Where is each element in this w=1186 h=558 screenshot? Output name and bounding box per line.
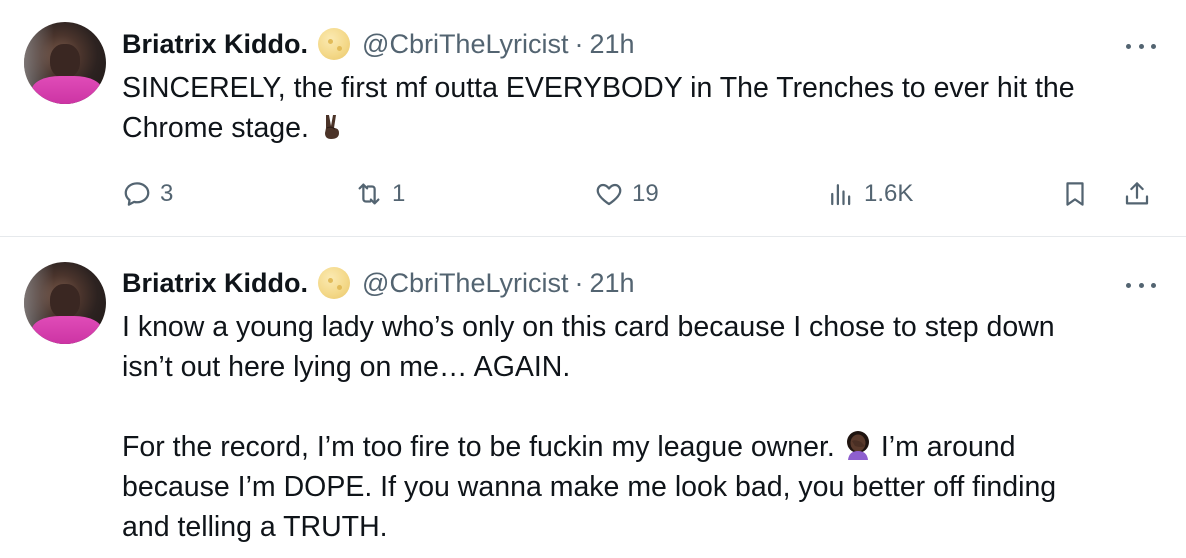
verified-badge-icon[interactable]	[318, 28, 351, 60]
tweet-header: Briatrix Kiddo. @CbriTheLyricist · 21h	[122, 265, 635, 301]
tweet-text-line: I’m around	[880, 431, 1016, 463]
like-button[interactable]: 19	[594, 174, 659, 214]
author-handle[interactable]: @CbriTheLyricist	[362, 268, 568, 299]
tweet-text-line: because I’m DOPE. If you wanna make me l…	[122, 471, 1057, 503]
tweet-text-line: For the record, I’m too fire to be fucki…	[122, 431, 835, 463]
reply-button[interactable]: 3	[122, 174, 173, 214]
separator: ·	[574, 28, 584, 59]
tweet-text: SINCERELY, the first mf outta EVERYBODY …	[122, 68, 1152, 148]
bookmark-button[interactable]	[1060, 174, 1090, 214]
tweet-text: I know a young lady who’s only on this c…	[122, 307, 1152, 547]
timestamp[interactable]: 21h	[589, 29, 634, 60]
views-icon	[831, 184, 851, 206]
tweet-text-line: and telling a TRUTH.	[122, 511, 388, 543]
repost-icon	[358, 183, 380, 205]
tweet-text-line: SINCERELY, the first mf outta EVERYBODY …	[122, 72, 1075, 104]
bookmark-icon	[1066, 182, 1084, 206]
views-button[interactable]: 1.6K	[826, 174, 913, 214]
reply-count: 3	[160, 180, 174, 207]
verified-badge-icon[interactable]	[318, 267, 351, 299]
avatar[interactable]	[24, 262, 106, 344]
share-button[interactable]	[1122, 174, 1152, 214]
woman-facepalming-emoji-icon	[846, 431, 869, 460]
separator: ·	[574, 267, 584, 298]
views-count: 1.6K	[864, 180, 914, 207]
tweet[interactable]: Briatrix Kiddo. @CbriTheLyricist · 21h S…	[0, 0, 1186, 237]
author-handle[interactable]: @CbriTheLyricist	[362, 29, 568, 60]
timestamp[interactable]: 21h	[589, 268, 634, 299]
like-icon	[596, 183, 622, 206]
tweet-text-line: I know a young lady who’s only on this c…	[122, 311, 1055, 343]
victory-hand-emoji-icon	[324, 115, 339, 139]
share-icon	[1125, 182, 1149, 205]
reply-icon	[124, 182, 150, 206]
action-bar: 3 1 19 1.6K	[122, 174, 1162, 214]
repost-count: 1	[392, 180, 406, 207]
tweet-text-line: Chrome stage.	[122, 112, 309, 144]
author-name[interactable]: Briatrix Kiddo.	[122, 268, 308, 299]
tweet[interactable]: Briatrix Kiddo. @CbriTheLyricist · 21h I…	[0, 238, 1186, 558]
author-name[interactable]: Briatrix Kiddo.	[122, 29, 308, 60]
like-count: 19	[632, 180, 659, 207]
avatar[interactable]	[24, 22, 106, 104]
tweet-header: Briatrix Kiddo. @CbriTheLyricist · 21h	[122, 26, 635, 62]
repost-button[interactable]: 1	[354, 174, 405, 214]
tweet-text-line: isn’t out here lying on me… AGAIN.	[122, 351, 571, 383]
more-options-icon[interactable]	[1126, 275, 1156, 295]
more-options-icon[interactable]	[1126, 36, 1156, 56]
